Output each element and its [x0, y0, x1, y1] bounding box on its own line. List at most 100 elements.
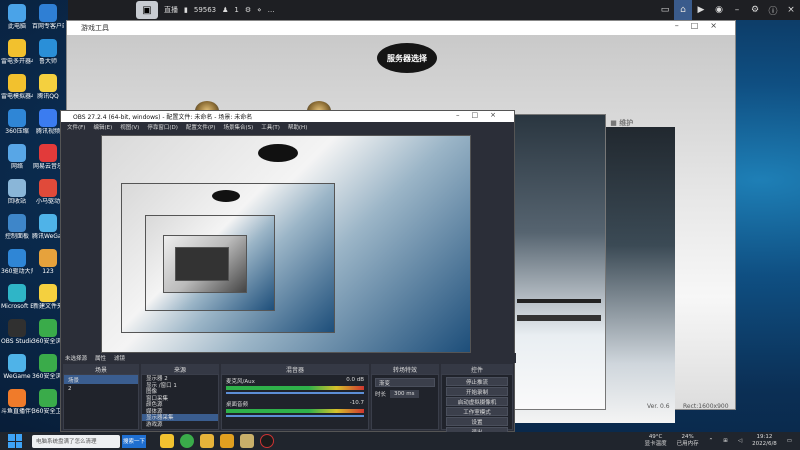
settings-icon[interactable]: ⚙ — [245, 6, 251, 14]
desktop-icon[interactable]: OBS Studio — [1, 319, 33, 345]
viewer-count: 59563 — [193, 6, 217, 14]
obs-menu-item[interactable]: 编辑(E) — [93, 123, 112, 131]
game-window-title: 游戏工具 — [81, 24, 109, 32]
desktop-icon-label: 腾讯QQ — [37, 93, 59, 100]
clock-time: 19:12 — [756, 434, 773, 440]
app-icon — [39, 144, 57, 162]
home-icon[interactable]: ⌂ — [674, 0, 692, 20]
mirror-panel — [506, 114, 606, 410]
desktop-icon[interactable]: Microsoft Edge — [1, 284, 33, 310]
app-icon[interactable] — [220, 434, 234, 448]
control-button[interactable]: 设置 — [446, 417, 508, 426]
share-icon[interactable]: ⋄ — [257, 6, 261, 14]
app-icon — [39, 4, 57, 22]
filters-button[interactable]: 滤镜 — [114, 354, 125, 362]
obs-menu-item[interactable]: 帮助(H) — [288, 123, 307, 131]
windows-start-icon[interactable] — [8, 434, 22, 448]
source-item[interactable]: 游戏源 — [142, 421, 218, 428]
obs-taskbar-icon[interactable] — [260, 434, 274, 448]
search-button[interactable]: 搜索一下 — [122, 434, 146, 448]
no-source-label: 未选择源 — [65, 356, 88, 362]
properties-button[interactable]: 属性 — [95, 354, 106, 362]
video-icon[interactable]: ▶ — [692, 0, 710, 20]
network-icon[interactable]: ⊞ — [723, 438, 728, 444]
gamepad-icon[interactable]: ◉ — [710, 0, 728, 20]
obs-menu-item[interactable]: 工具(T) — [261, 123, 280, 131]
transition-select[interactable]: 渐变 — [375, 378, 435, 387]
obs-window-controls[interactable]: –□× — [456, 111, 508, 119]
record-icon[interactable]: ▭ — [656, 0, 674, 20]
app-icon — [8, 214, 26, 232]
desktop-icon[interactable]: 360压缩 — [1, 109, 33, 135]
obs-menu-item[interactable]: 停靠窗口(D) — [147, 123, 178, 131]
desktop-icon[interactable]: 斗鱼直播伴侣 — [1, 389, 33, 415]
volume-slider[interactable] — [226, 415, 364, 417]
desktop-icon-label: 雷电多开器4 — [1, 58, 33, 65]
desktop-icon[interactable]: 360驱动大师 — [1, 249, 33, 275]
desktop-icon[interactable]: 雷电模拟器4 — [1, 74, 33, 100]
streamer-avatar[interactable]: ▣ — [136, 1, 158, 19]
notification-icon[interactable]: ▭ — [787, 438, 792, 444]
stream-topbar: ▣ 直播 ▮ 59563 ♟ 1 ⚙ ⋄ … ▭ ⌂ ▶ ◉ – ⚙ ⓘ × — [68, 0, 800, 20]
app-icon — [8, 144, 26, 162]
obs-menu-item[interactable]: 配置文件(P) — [186, 123, 216, 131]
tools-icon[interactable] — [240, 434, 254, 448]
scene-item[interactable]: 场景 — [64, 375, 138, 384]
server-select-button[interactable]: 服务器选择 — [377, 43, 437, 73]
desktop-icon[interactable]: 鲁大师 — [32, 39, 64, 65]
volume-icon[interactable]: ◁ — [738, 438, 742, 444]
room-label: 直播 — [164, 6, 178, 14]
app-icon — [39, 214, 57, 232]
app-icon — [8, 249, 26, 267]
obs-menu-item[interactable]: 文件(F) — [67, 123, 85, 131]
resolution-label: Rect:1600x900 — [683, 403, 729, 410]
taskbar: 电脑系统盘满了怎么清理 搜索一下 49°C 显卡温度 24% 已用内存 ⌃ ⊞ … — [0, 432, 800, 450]
obs-menu-item[interactable]: 视图(V) — [120, 123, 139, 131]
tray-expand-icon[interactable]: ⌃ — [709, 438, 714, 444]
fans-icon: ♟ — [222, 6, 229, 14]
scenes-panel: 场景 2 — [63, 374, 139, 430]
control-button[interactable]: 启动虚拟摄像机 — [446, 397, 508, 406]
obs-preview[interactable] — [101, 135, 471, 353]
settings-gear-icon[interactable]: ⚙ — [746, 0, 764, 20]
desktop-icon[interactable]: 网络 — [1, 144, 33, 170]
info-icon[interactable]: ⓘ — [764, 0, 782, 20]
game-window-titlebar: 游戏工具 –□× — [67, 21, 735, 35]
transitions-panel: 渐变 时长 300 ms — [371, 374, 439, 430]
app-icon — [8, 354, 26, 372]
minimize-icon[interactable]: – — [728, 0, 746, 20]
search-input[interactable]: 电脑系统盘满了怎么清理 — [32, 434, 120, 448]
mixer-channel: 桌面音频 -10.7 — [226, 400, 364, 417]
desktop-icon[interactable]: WeGame — [1, 354, 33, 380]
app-icon — [39, 74, 57, 92]
version-label: Ver. 0.6 — [647, 403, 670, 410]
obs-title: OBS 27.2.4 (64-bit, windows) - 配置文件: 未命名… — [73, 114, 253, 121]
volume-meter — [226, 386, 364, 390]
control-button[interactable]: 开始录制 — [446, 387, 508, 396]
scene-item[interactable]: 2 — [64, 384, 138, 393]
mixer-channel-db: -10.7 — [349, 400, 364, 406]
close-icon[interactable]: × — [782, 0, 800, 20]
desktop-icon[interactable]: 控制面板 — [1, 214, 33, 240]
duration-input[interactable]: 300 ms — [390, 390, 419, 398]
desktop-icon[interactable]: 腾讯QQ — [32, 74, 64, 100]
desktop-icon[interactable]: 回收站 — [1, 179, 33, 205]
app-icon — [39, 389, 57, 407]
clock[interactable]: 19:12 2022/6/8 — [752, 434, 777, 448]
desktop-icon[interactable]: 此电脑 — [1, 4, 33, 30]
control-button[interactable]: 停止推流 — [446, 377, 508, 386]
more-icon[interactable]: … — [268, 6, 275, 14]
desktop: 此电脑百网专客户端雷电多开器4鲁大师雷电模拟器4腾讯QQ360压缩腾讯视频网络网… — [0, 0, 800, 450]
volume-slider[interactable] — [226, 392, 364, 394]
window-controls[interactable]: –□× — [675, 21, 729, 30]
mixer-channel: 麦克风/Aux 0.0 dB — [226, 377, 364, 394]
desktop-icon[interactable]: 雷电多开器4 — [1, 39, 33, 65]
obs-menu-item[interactable]: 场景集合(S) — [223, 123, 253, 131]
control-button[interactable]: 工作室模式 — [446, 407, 508, 416]
app-icon[interactable] — [200, 434, 214, 448]
file-explorer-icon[interactable] — [160, 434, 174, 448]
desktop-icon[interactable]: 百网专客户端 — [32, 4, 64, 30]
clock-date: 2022/6/8 — [752, 441, 777, 447]
preview-level-5 — [175, 247, 229, 281]
browser-icon[interactable] — [180, 434, 194, 448]
